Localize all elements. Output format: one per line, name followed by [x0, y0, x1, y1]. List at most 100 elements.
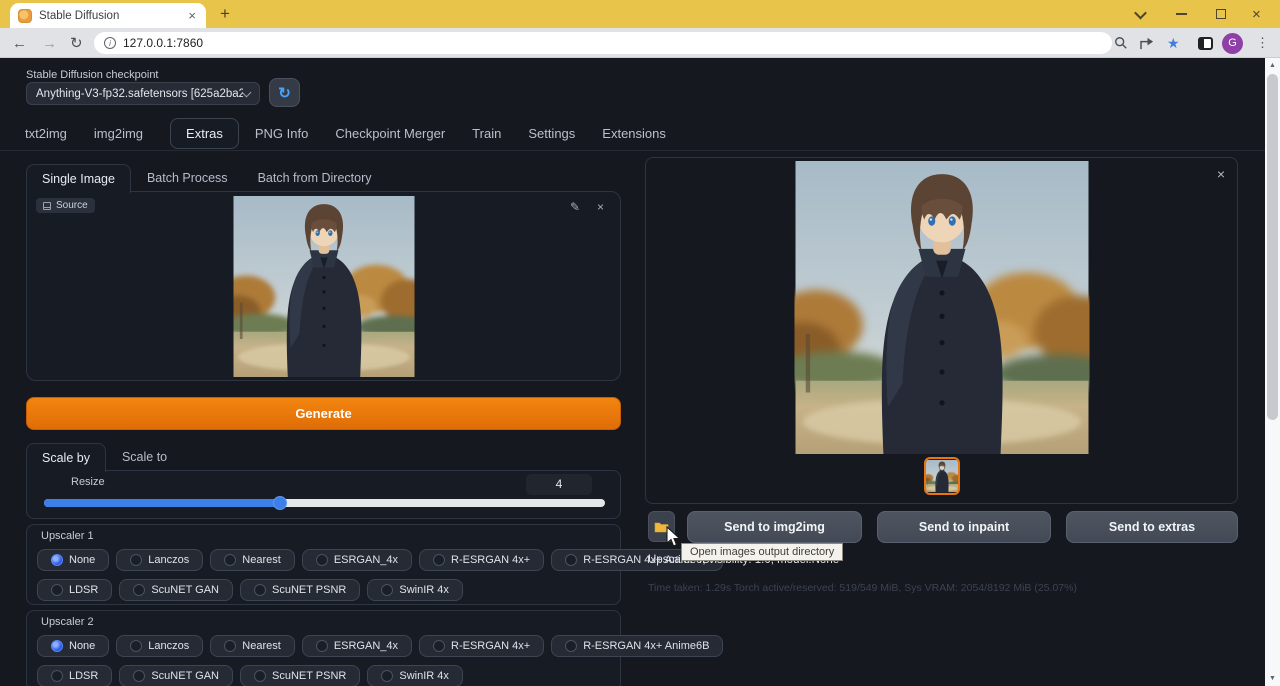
radio-icon — [316, 640, 328, 652]
site-info-icon[interactable]: i — [104, 37, 116, 49]
upscaler2-option-ldsr[interactable]: LDSR — [37, 665, 112, 686]
radio-icon — [381, 584, 393, 596]
browser-tab[interactable]: Stable Diffusion × — [10, 3, 206, 28]
send-to-img2img-button[interactable]: Send to img2img — [687, 511, 862, 543]
chip-label: LDSR — [69, 584, 98, 596]
upscaler1-option-lanczos[interactable]: Lanczos — [116, 549, 203, 571]
resize-slider[interactable] — [44, 499, 605, 507]
tab-divider — [0, 150, 1280, 151]
result-thumbnail[interactable] — [924, 457, 960, 495]
slider-thumb[interactable] — [273, 496, 287, 510]
radio-icon — [130, 640, 142, 652]
radio-icon — [565, 554, 577, 566]
new-tab-button[interactable]: + — [220, 4, 230, 24]
upscaler2-option-scunet-psnr[interactable]: ScuNET PSNR — [240, 665, 360, 686]
bookmark-star-icon[interactable]: ★ — [1167, 28, 1180, 58]
source-image-dropzone[interactable]: Source ✎ × — [26, 191, 621, 381]
generate-button[interactable]: Generate — [26, 397, 621, 430]
upscaler1-option-swinir4x[interactable]: SwinIR 4x — [367, 579, 463, 601]
tab-txt2img[interactable]: txt2img — [25, 126, 67, 141]
radio-icon — [133, 670, 145, 682]
back-button[interactable]: ← — [12, 28, 27, 58]
profile-avatar[interactable]: G — [1222, 28, 1243, 58]
send-to-extras-button[interactable]: Send to extras — [1066, 511, 1238, 543]
source-image[interactable] — [233, 196, 414, 377]
chip-label: R-ESRGAN 4x+ — [451, 554, 530, 566]
upscaler2-option-none[interactable]: None — [37, 635, 109, 657]
upscaler2-option-scunet-gan[interactable]: ScuNET GAN — [119, 665, 233, 686]
stable-diffusion-webui: Stable Diffusion checkpoint Anything-V3-… — [0, 58, 1280, 686]
source-label: Source — [56, 200, 88, 211]
scroll-down-icon[interactable]: ▼ — [1265, 671, 1280, 686]
reload-button[interactable]: ↻ — [70, 28, 83, 58]
tab-extras[interactable]: Extras — [170, 118, 239, 149]
zoom-icon[interactable] — [1114, 28, 1128, 58]
upscaler2-option-resrgan4x[interactable]: R-ESRGAN 4x+ — [419, 635, 544, 657]
radio-icon — [316, 554, 328, 566]
chip-label: R-ESRGAN 4x+ Anime6B — [583, 640, 709, 652]
resize-value-input[interactable]: 4 — [526, 474, 592, 495]
edit-image-icon[interactable]: ✎ — [570, 200, 580, 214]
upscaler2-label: Upscaler 2 — [41, 616, 94, 628]
upscaler2-option-esrgan4x[interactable]: ESRGAN_4x — [302, 635, 412, 657]
upscaler1-option-esrgan4x[interactable]: ESRGAN_4x — [302, 549, 412, 571]
slider-fill — [44, 499, 280, 507]
tab-png-info[interactable]: PNG Info — [255, 126, 308, 141]
upscaler1-option-scunet-gan[interactable]: ScuNET GAN — [119, 579, 233, 601]
tab-checkpoint-merger[interactable]: Checkpoint Merger — [335, 126, 445, 141]
upscaler1-option-scunet-psnr[interactable]: ScuNET PSNR — [240, 579, 360, 601]
upscaler2-option-nearest[interactable]: Nearest — [210, 635, 295, 657]
tab-search-icon[interactable] — [1136, 0, 1145, 28]
upscaler1-option-ldsr[interactable]: LDSR — [37, 579, 112, 601]
tab-scale-by[interactable]: Scale by — [26, 443, 106, 472]
radio-selected-icon — [51, 640, 63, 652]
tab-img2img[interactable]: img2img — [94, 126, 143, 141]
upscaler2-option-lanczos[interactable]: Lanczos — [116, 635, 203, 657]
tab-extensions[interactable]: Extensions — [602, 126, 666, 141]
radio-selected-icon — [51, 554, 63, 566]
tab-batch-process[interactable]: Batch Process — [147, 164, 228, 192]
upscaler2-option-swinir4x[interactable]: SwinIR 4x — [367, 665, 463, 686]
window-maximize-button[interactable] — [1216, 0, 1226, 28]
refresh-checkpoints-button[interactable]: ↻ — [269, 78, 300, 107]
scroll-up-icon[interactable]: ▲ — [1265, 58, 1280, 73]
clear-image-icon[interactable]: × — [597, 200, 604, 214]
chip-label: ScuNET GAN — [151, 584, 219, 596]
checkpoint-dropdown[interactable]: Anything-V3-fp32.safetensors [625a2ba2] — [26, 82, 260, 105]
tab-train[interactable]: Train — [472, 126, 501, 141]
chevron-down-icon — [242, 87, 252, 97]
window-minimize-button[interactable] — [1176, 0, 1187, 28]
tab-settings[interactable]: Settings — [528, 126, 575, 141]
gallery-close-icon[interactable]: × — [1217, 166, 1225, 182]
upscaler1-option-nearest[interactable]: Nearest — [210, 549, 295, 571]
share-icon[interactable] — [1140, 28, 1155, 58]
chip-label: LDSR — [69, 670, 98, 682]
tab-batch-from-directory[interactable]: Batch from Directory — [258, 164, 372, 192]
chip-label: ScuNET GAN — [151, 670, 219, 682]
page-scrollbar[interactable]: ▲ ▼ — [1265, 58, 1280, 686]
tab-scale-to[interactable]: Scale to — [122, 443, 167, 471]
browser-tab-title: Stable Diffusion — [39, 10, 186, 22]
chip-label: R-ESRGAN 4x+ — [451, 640, 530, 652]
side-panel-icon[interactable] — [1198, 28, 1213, 58]
result-image[interactable] — [794, 161, 1089, 454]
upscaler2-option-resrgan-anime6b[interactable]: R-ESRGAN 4x+ Anime6B — [551, 635, 723, 657]
tab-single-image[interactable]: Single Image — [26, 164, 131, 193]
forward-button[interactable]: → — [42, 28, 57, 58]
window-close-button[interactable]: × — [1252, 0, 1261, 28]
upscaler1-option-none[interactable]: None — [37, 549, 109, 571]
browser-menu-icon[interactable]: ⋮ — [1256, 28, 1269, 58]
chip-label: Lanczos — [148, 640, 189, 652]
upscaler1-option-resrgan4x[interactable]: R-ESRGAN 4x+ — [419, 549, 544, 571]
chip-label: SwinIR 4x — [399, 584, 449, 596]
scrollbar-thumb[interactable] — [1267, 74, 1278, 420]
send-to-inpaint-button[interactable]: Send to inpaint — [877, 511, 1051, 543]
address-bar[interactable]: i 127.0.0.1:7860 — [94, 32, 1112, 54]
footer-stats-text: Time taken: 1.29s Torch active/reserved:… — [648, 582, 1077, 594]
result-gallery: × — [645, 157, 1238, 504]
tab-close-icon[interactable]: × — [186, 8, 198, 23]
chip-label: SwinIR 4x — [399, 670, 449, 682]
chip-label: None — [69, 640, 95, 652]
upscaler1-group: Upscaler 1 None Lanczos Nearest ESRGAN_4… — [26, 524, 621, 605]
upscaler1-label: Upscaler 1 — [41, 530, 94, 542]
